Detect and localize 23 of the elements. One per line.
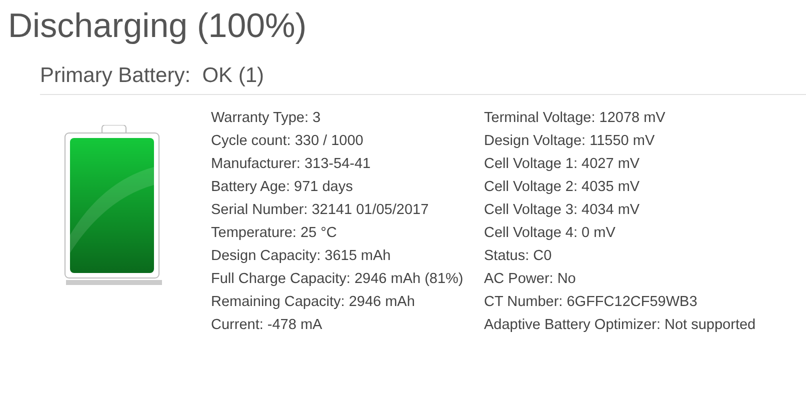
detail-text: Terminal Voltage: 12078 mV bbox=[484, 109, 666, 128]
detail-text: Cell Voltage 2: 4035 mV bbox=[484, 178, 641, 197]
detail-text: Full Charge Capacity: 2946 mAh (81%) bbox=[211, 270, 464, 289]
detail-text: Design Voltage: 11550 mV bbox=[484, 132, 656, 151]
detail-text: Serial Number: 32141 01/05/2017 bbox=[211, 201, 430, 220]
detail-text: CT Number: 6GFFC12CF59WB3 bbox=[484, 293, 698, 312]
section-heading: Primary Battery: OK (1) bbox=[40, 62, 806, 95]
detail-text: Status: C0 bbox=[484, 247, 553, 266]
detail-text: Cell Voltage 1: 4027 mV bbox=[484, 155, 641, 174]
detail-text: Cell Voltage 4: 0 mV bbox=[484, 224, 616, 243]
detail-text: Manufacturer: 313-54-41 bbox=[211, 155, 372, 174]
detail-text: Remaining Capacity: 2946 mAh bbox=[211, 293, 416, 312]
detail-text: Design Capacity: 3615 mAh bbox=[211, 247, 392, 266]
detail-text: Cycle count: 330 / 1000 bbox=[211, 132, 364, 151]
status-title: Discharging (100%) bbox=[8, 6, 308, 47]
detail-text: Battery Age: 971 days bbox=[211, 178, 354, 197]
detail-text: Temperature: 25 °C bbox=[211, 224, 338, 243]
detail-text: AC Power: No bbox=[484, 270, 577, 289]
battery-icon bbox=[64, 125, 164, 285]
detail-text: Cell Voltage 3: 4034 mV bbox=[484, 201, 641, 220]
detail-text: Warranty Type: 3 bbox=[211, 109, 322, 128]
detail-text: Current: -478 mA bbox=[211, 316, 324, 335]
detail-text: Adaptive Battery Optimizer: Not supported bbox=[484, 316, 757, 335]
